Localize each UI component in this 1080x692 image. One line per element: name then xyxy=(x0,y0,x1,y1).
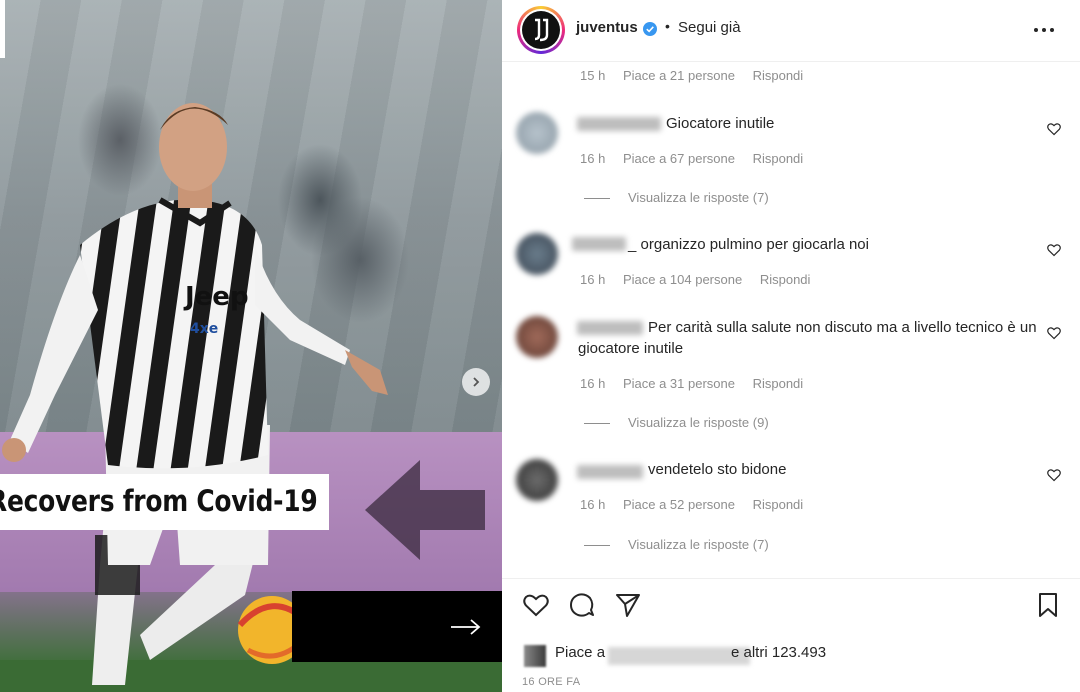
comment-likes[interactable]: Piace a 21 persone xyxy=(623,68,735,83)
juventus-logo-icon xyxy=(534,18,549,42)
post-media[interactable]: Jeep 4xe Recovers from Covid-19 xyxy=(0,0,502,692)
jersey-sub-sponsor: 4xe xyxy=(190,321,218,337)
commenter-avatar[interactable] xyxy=(516,459,558,501)
comment-text: Giocatore inutile xyxy=(666,115,775,132)
commenter-avatar[interactable] xyxy=(516,233,558,275)
account-username[interactable]: juventus xyxy=(576,19,638,36)
comment-likes[interactable]: Piace a 52 persone xyxy=(623,497,735,512)
view-replies-label: Visualizza le risposte (9) xyxy=(628,415,769,430)
arrow-right-icon xyxy=(451,619,481,635)
comment-meta: 16 h Piace a 52 persone Rispondi xyxy=(580,497,817,512)
post-timestamp[interactable]: 16 ORE FA xyxy=(522,676,580,688)
post-header: juventus • Segui già xyxy=(502,0,1080,62)
comment-time: 16 h xyxy=(580,376,606,391)
comment-likes[interactable]: Piace a 104 persone xyxy=(623,272,742,287)
reply-button[interactable]: Rispondi xyxy=(753,376,804,391)
follow-state-button[interactable]: Segui già xyxy=(678,19,741,36)
jersey-sponsor: Jeep xyxy=(183,282,249,312)
post-likes[interactable]: Piace a e altri 123.493 xyxy=(524,644,1064,667)
commenter-avatar[interactable] xyxy=(516,316,558,358)
comment-text: _ organizzo pulmino per giocarla noi xyxy=(628,236,869,253)
comment-time: 16 h xyxy=(580,272,606,287)
reply-button[interactable]: Rispondi xyxy=(753,68,804,83)
edge-strip xyxy=(0,0,5,58)
reply-button[interactable]: Rispondi xyxy=(753,151,804,166)
paper-plane-icon[interactable] xyxy=(614,591,642,619)
comment-meta: 16 h Piace a 67 persone Rispondi xyxy=(580,151,817,166)
bookmark-icon[interactable] xyxy=(1034,591,1062,619)
comment-time: 16 h xyxy=(580,151,606,166)
view-replies-button[interactable]: Visualizza le risposte (7) xyxy=(584,537,769,552)
likes-count[interactable]: e altri 123.493 xyxy=(731,644,826,661)
comment-meta: 16 h Piace a 104 persone Rispondi xyxy=(580,272,824,287)
comment-text: vendetelo sto bidone xyxy=(648,461,787,478)
comment-meta: 15 h Piace a 21 persone Rispondi xyxy=(580,68,817,83)
verified-badge-icon xyxy=(643,22,657,36)
comment-heart-icon[interactable] xyxy=(1047,122,1061,136)
next-media-button[interactable] xyxy=(462,368,490,396)
comment-time: 15 h xyxy=(580,68,606,83)
media-caption: Recovers from Covid-19 xyxy=(0,484,318,518)
comment-heart-icon[interactable] xyxy=(1047,243,1061,257)
view-replies-label: Visualizza le risposte (7) xyxy=(628,537,769,552)
commenter-avatar[interactable] xyxy=(516,112,558,154)
comment-likes[interactable]: Piace a 67 persone xyxy=(623,151,735,166)
heart-icon[interactable] xyxy=(522,591,550,619)
comment-heart-icon[interactable] xyxy=(1047,468,1061,482)
comment-time: 16 h xyxy=(580,497,606,512)
reply-button[interactable]: Rispondi xyxy=(760,272,811,287)
reply-button[interactable]: Rispondi xyxy=(753,497,804,512)
view-replies-button[interactable]: Visualizza le risposte (9) xyxy=(584,415,769,430)
actions-divider xyxy=(502,578,1080,579)
post-side-panel: juventus • Segui già 15 h Piace a 21 per… xyxy=(502,0,1080,692)
commenter-name-redacted[interactable] xyxy=(572,237,626,251)
liker-name-redacted[interactable] xyxy=(608,647,750,665)
header-separator: • xyxy=(665,18,670,34)
commenter-name-redacted[interactable] xyxy=(577,465,643,479)
more-dots-icon[interactable] xyxy=(1032,20,1056,40)
view-replies-button[interactable]: Visualizza le risposte (7) xyxy=(584,190,769,205)
comment-meta: 16 h Piace a 31 persone Rispondi xyxy=(580,376,817,391)
likes-prefix: Piace a xyxy=(555,644,606,661)
view-replies-label: Visualizza le risposte (7) xyxy=(628,190,769,205)
liker-avatar[interactable] xyxy=(524,645,546,667)
comment-text: Per carità sulla salute non discuto ma a… xyxy=(578,319,1037,357)
comment-likes[interactable]: Piace a 31 persone xyxy=(623,376,735,391)
account-avatar[interactable] xyxy=(517,6,565,54)
commenter-name-redacted[interactable] xyxy=(577,117,661,131)
comment-heart-icon[interactable] xyxy=(1047,326,1061,340)
chevron-right-icon xyxy=(473,377,480,387)
comment-icon[interactable] xyxy=(568,591,596,619)
